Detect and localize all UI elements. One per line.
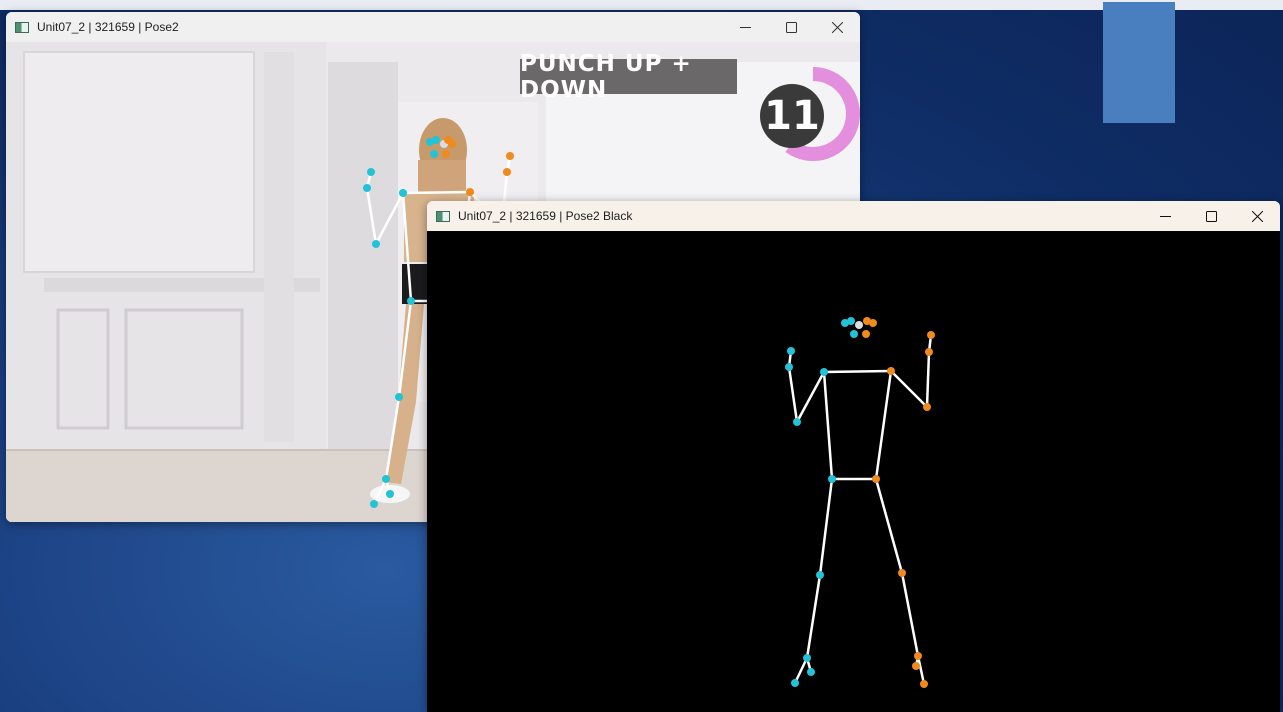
window-titlebar[interactable]: Unit07_2 | 321659 | Pose2 <box>6 12 860 42</box>
keypoint-ls <box>820 368 828 376</box>
keypoint-rf <box>912 662 920 670</box>
keypoint-lh <box>828 475 836 483</box>
minimize-button[interactable] <box>722 12 768 42</box>
minimize-button[interactable] <box>1142 201 1188 231</box>
keypoint-lw <box>785 363 793 371</box>
skeleton-bone <box>795 371 826 423</box>
keypoint-rm <box>862 330 870 338</box>
keypoint-lt <box>791 679 799 687</box>
skeleton-bone <box>805 574 822 659</box>
keypoint-rm <box>442 150 450 158</box>
app-window-icon <box>15 21 29 33</box>
skeleton-bone <box>916 655 926 685</box>
keypoint-ra <box>914 652 922 660</box>
keypoint-le2 <box>841 319 849 327</box>
keypoint-lk <box>816 571 824 579</box>
maximize-icon <box>785 21 797 33</box>
skeleton-bone <box>822 371 834 480</box>
keypoint-lw <box>363 184 371 192</box>
skeleton-bone <box>900 572 920 657</box>
skeleton-bone <box>818 478 834 576</box>
window-title: Unit07_2 | 321659 | Pose2 Black <box>458 209 633 223</box>
app-window-icon <box>436 210 450 222</box>
keypoint-re2 <box>448 140 456 148</box>
keypoint-rt <box>920 680 928 688</box>
keypoint-la <box>803 654 811 662</box>
skeleton-bone <box>787 366 799 423</box>
skeleton-canvas <box>427 231 1280 712</box>
keypoint-rs <box>466 188 474 196</box>
skeleton-bone <box>925 351 931 408</box>
keypoint-rk <box>898 569 906 577</box>
keypoint-lf <box>386 490 394 498</box>
keypoint-lp <box>367 168 375 176</box>
skeleton-bone <box>823 369 892 374</box>
maximize-icon <box>1205 210 1217 222</box>
keypoint-nose <box>855 321 863 329</box>
close-icon <box>1251 210 1263 222</box>
keypoint-re <box>923 403 931 411</box>
keypoint-la <box>382 475 390 483</box>
window-titlebar[interactable]: Unit07_2 | 321659 | Pose2 Black <box>427 201 1280 231</box>
skeleton-bone <box>397 300 413 398</box>
pose-skeleton-window[interactable]: Unit07_2 | 321659 | Pose2 Black <box>427 201 1280 712</box>
desktop-tile <box>1103 2 1175 123</box>
pose-skeleton-black <box>785 317 935 688</box>
keypoint-lf <box>807 668 815 676</box>
skeleton-bone <box>372 478 388 505</box>
exercise-label: PUNCH UP + DOWN <box>520 51 737 103</box>
desktop-top-strip <box>0 0 1283 10</box>
keypoint-re2 <box>869 319 877 327</box>
keypoint-le2 <box>432 136 440 144</box>
minimize-icon <box>739 26 751 28</box>
keypoint-le <box>793 418 801 426</box>
skeleton-bone <box>401 192 413 302</box>
skeleton-bone <box>365 187 378 245</box>
keypoint-rw <box>503 168 511 176</box>
keypoint-rh <box>872 475 880 483</box>
maximize-button[interactable] <box>1188 201 1234 231</box>
skeleton-bone <box>374 192 405 245</box>
maximize-button[interactable] <box>768 12 814 42</box>
keypoint-lm <box>430 150 438 158</box>
keypoint-lm <box>850 330 858 338</box>
keypoint-lk <box>395 393 403 401</box>
skeleton-bone <box>402 190 471 195</box>
keypoint-lt <box>370 500 378 508</box>
close-icon <box>831 21 843 33</box>
keypoint-rp <box>506 152 514 160</box>
close-button[interactable] <box>1234 201 1280 231</box>
skeleton-bone <box>384 396 401 480</box>
keypoint-rw <box>925 348 933 356</box>
close-button[interactable] <box>814 12 860 42</box>
skeleton-bone <box>874 478 904 574</box>
window-title: Unit07_2 | 321659 | Pose2 <box>37 20 179 34</box>
keypoint-lh <box>407 297 415 305</box>
skeleton-bone <box>793 657 809 684</box>
keypoint-rp <box>927 331 935 339</box>
minimize-icon <box>1159 215 1171 217</box>
keypoint-rs <box>887 367 895 375</box>
keypoint-le <box>372 240 380 248</box>
skeleton-bone <box>890 370 928 408</box>
skeleton-bone <box>874 370 893 480</box>
keypoint-ls <box>399 189 407 197</box>
rep-counter: 11 <box>760 84 824 148</box>
keypoint-lp <box>787 347 795 355</box>
